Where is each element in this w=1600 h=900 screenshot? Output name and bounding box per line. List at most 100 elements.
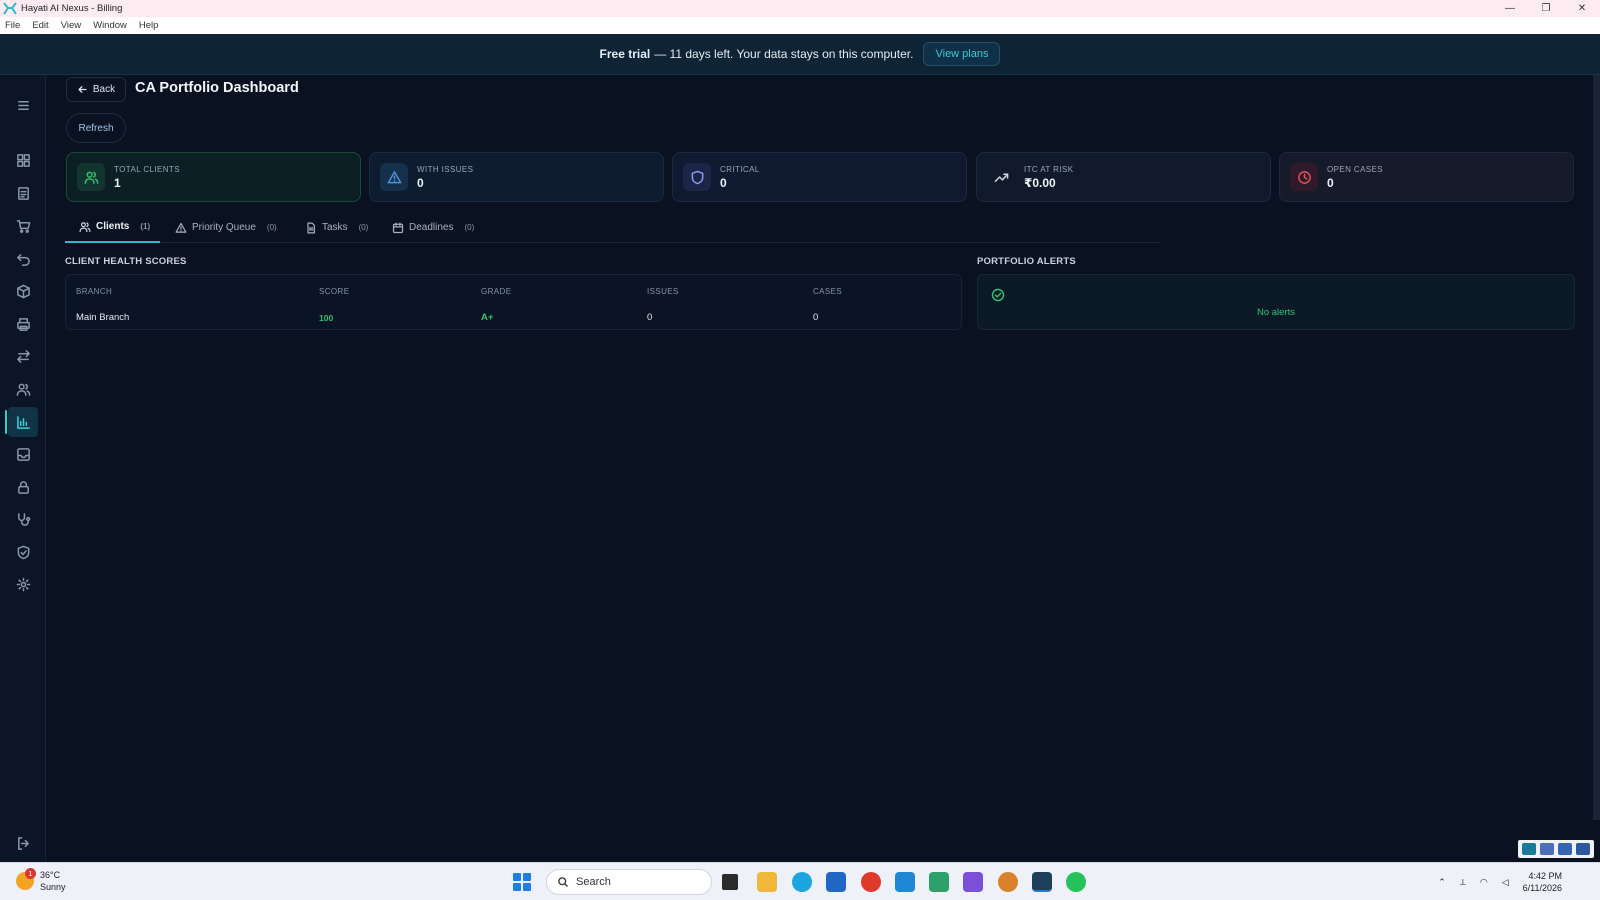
stethoscope-icon	[17, 512, 30, 526]
sidebar-item-print[interactable]	[8, 309, 38, 339]
tab-clients[interactable]: Clients (1)	[65, 212, 160, 243]
menu-view[interactable]: View	[61, 20, 81, 31]
menu-edit[interactable]: Edit	[32, 20, 48, 31]
chevron-up-icon[interactable]: ⌃	[1438, 877, 1446, 888]
tab-count: (0)	[358, 223, 369, 232]
main-scrollbar[interactable]	[1593, 75, 1600, 820]
view-plans-button[interactable]: View plans	[923, 42, 1001, 66]
app-icon[interactable]	[963, 872, 983, 892]
whatsapp-icon[interactable]	[1066, 872, 1086, 892]
cell-score: 100	[319, 313, 334, 323]
sidebar-item-invoices[interactable]	[8, 178, 38, 208]
clock-icon	[1297, 170, 1311, 184]
menu-bar: File Edit View Window Help	[0, 17, 1600, 34]
sidebar-item-health[interactable]	[8, 504, 38, 534]
wifi-icon[interactable]: ◠	[1480, 877, 1488, 888]
clock[interactable]: 4:42 PM 6/11/2026	[1523, 870, 1562, 894]
sidebar-item-returns[interactable]	[8, 243, 38, 273]
store-icon[interactable]	[826, 872, 846, 892]
users-icon	[16, 383, 30, 396]
kpi-label: OPEN CASES	[1327, 164, 1384, 174]
sync-icon[interactable]	[1522, 843, 1536, 855]
kpi-critical: CRITICAL 0	[672, 152, 967, 202]
sidebar	[0, 75, 46, 862]
sidebar-item-dashboard[interactable]	[8, 145, 38, 175]
taskbar: 1 36°C Sunny Search ⌃ ⟂ ◠ ◁ 4:42 PM 6/11…	[0, 862, 1600, 900]
tab-count: (0)	[266, 223, 277, 232]
clock-date: 6/11/2026	[1522, 883, 1562, 893]
tab-priority-queue[interactable]: Priority Queue (0)	[175, 212, 277, 243]
kpi-itc-at-risk: ITC AT RISK ₹0.00	[976, 152, 1271, 202]
task-view-icon[interactable]	[722, 874, 738, 890]
chrome-icon[interactable]	[861, 872, 881, 892]
kpi-total-clients-icon-wrap	[77, 163, 105, 191]
trial-banner-text: — 11 days left. Your data stays on this …	[654, 47, 914, 61]
menu-window[interactable]: Window	[93, 20, 127, 31]
taskbar-search[interactable]: Search	[546, 869, 712, 895]
menu-icon	[17, 100, 29, 110]
tab-tasks[interactable]: Tasks (0)	[305, 212, 368, 243]
sidebar-item-settings[interactable]	[8, 569, 38, 599]
kpi-total-clients: TOTAL CLIENTS 1	[66, 152, 361, 202]
chrome-profile-icon[interactable]	[998, 872, 1018, 892]
system-tray: ⌃ ⟂ ◠ ◁ 4:42 PM 6/11/2026	[1438, 863, 1600, 900]
network-icon[interactable]: ⟂	[1460, 877, 1466, 888]
language-icon[interactable]	[1540, 843, 1554, 855]
trial-banner: Free trial — 11 days left. Your data sta…	[0, 34, 1600, 75]
tab-label: Priority Queue	[192, 222, 256, 233]
refresh-button[interactable]: Refresh	[66, 113, 126, 143]
maximize-button[interactable]: ❐	[1528, 0, 1564, 17]
kpi-itc-icon-wrap	[987, 163, 1015, 191]
no-alerts-text: No alerts	[1256, 307, 1295, 318]
sidebar-item-sales[interactable]	[8, 211, 38, 241]
kpi-label: CRITICAL	[720, 164, 760, 174]
kpi-critical-icon-wrap	[683, 163, 711, 191]
column-header-cases: CASES	[813, 287, 843, 296]
back-button[interactable]: Back	[66, 77, 126, 102]
lock-icon	[17, 480, 29, 494]
sidebar-toggle[interactable]	[8, 90, 38, 120]
cell-grade: A+	[481, 312, 494, 323]
trending-up-icon	[994, 172, 1008, 182]
sidebar-item-transfers[interactable]	[8, 341, 38, 371]
window-titlebar: Hayati AI Nexus - Billing — ❐ ✕	[0, 0, 1600, 17]
tray-overlay	[1518, 840, 1594, 858]
minimize-button[interactable]: —	[1492, 0, 1528, 17]
hayati-app-icon[interactable]	[1032, 872, 1052, 892]
sidebar-item-customers[interactable]	[8, 374, 38, 404]
close-button[interactable]: ✕	[1564, 0, 1600, 17]
tab-deadlines[interactable]: Deadlines (0)	[392, 212, 474, 243]
start-button[interactable]	[513, 873, 531, 891]
app-icon[interactable]	[929, 872, 949, 892]
sidebar-item-reports[interactable]	[5, 407, 38, 437]
alerts-section-title: PORTFOLIO ALERTS	[977, 256, 1076, 267]
weather-widget[interactable]: 1 36°C Sunny	[16, 868, 66, 893]
edge-browser-icon[interactable]	[792, 872, 812, 892]
kpi-with-issues: WITH ISSUES 0	[369, 152, 664, 202]
keyboard-icon[interactable]	[1558, 843, 1572, 855]
arrow-left-icon	[78, 86, 87, 93]
users-icon	[84, 171, 98, 184]
sidebar-item-compliance[interactable]	[8, 537, 38, 567]
column-header-branch: BRANCH	[76, 287, 113, 296]
kpi-value: 0	[1327, 175, 1334, 190]
window-title: Hayati AI Nexus - Billing	[21, 3, 123, 14]
file-icon	[307, 222, 315, 233]
weather-badge: 1	[25, 868, 36, 879]
volume-icon[interactable]: ◁	[1502, 877, 1509, 888]
sidebar-item-inbox[interactable]	[8, 439, 38, 469]
sidebar-logout[interactable]	[8, 828, 38, 858]
kpi-value: 0	[417, 175, 424, 190]
settings-tray-icon[interactable]	[1576, 843, 1590, 855]
menu-file[interactable]: File	[5, 20, 20, 31]
page-title: CA Portfolio Dashboard	[135, 80, 299, 96]
tab-count: (0)	[464, 223, 475, 232]
app-logo-icon	[3, 2, 17, 15]
menu-help[interactable]: Help	[139, 20, 159, 31]
kpi-open-cases: OPEN CASES 0	[1279, 152, 1574, 202]
sidebar-item-security[interactable]	[8, 472, 38, 502]
file-explorer-icon[interactable]	[757, 872, 777, 892]
vscode-icon[interactable]	[895, 872, 915, 892]
sidebar-item-inventory[interactable]	[8, 276, 38, 306]
package-icon	[16, 284, 30, 298]
